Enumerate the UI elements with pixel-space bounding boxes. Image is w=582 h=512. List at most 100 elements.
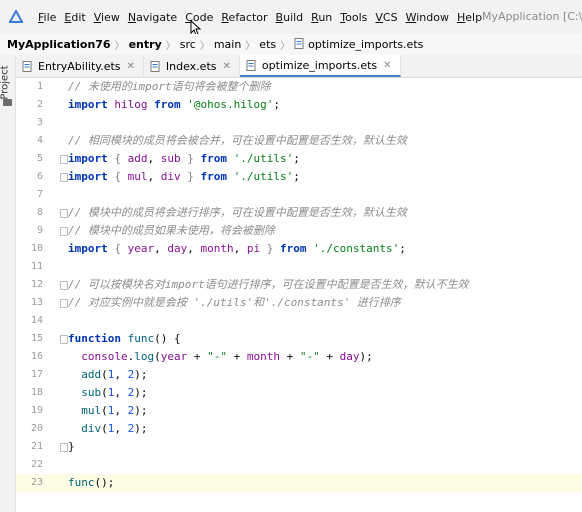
ets-file-icon <box>294 38 304 49</box>
tab-index-ets[interactable]: Index.ets ✕ <box>144 55 240 77</box>
code-line[interactable]: 9 // 模块中的成员如果未使用，将会被删除 <box>16 222 582 240</box>
code-token: import <box>68 242 108 255</box>
code-token: // 模块中的成员将会进行排序，可在设置中配置是否生效，默认生效 <box>68 206 407 219</box>
breadcrumb-main[interactable]: main <box>211 38 244 51</box>
code-token: ; <box>399 242 406 255</box>
breadcrumb-entry[interactable]: entry <box>126 38 165 51</box>
menu-item-run[interactable]: Run <box>308 11 337 24</box>
code-line[interactable]: 16 console.log(year + "-" + month + "-" … <box>16 348 582 366</box>
code-line[interactable]: 3 <box>16 114 582 132</box>
line-number: 7 <box>36 189 43 200</box>
code-line[interactable]: 2 import hilog from '@ohos.hilog'; <box>16 96 582 114</box>
menu-item-file[interactable]: File <box>35 11 61 24</box>
code-token: } <box>187 170 194 183</box>
line-number: 17 <box>30 369 43 380</box>
chevron-right-icon: 〉 <box>165 41 176 52</box>
code-line[interactable]: 6 import { mul, div } from './utils'; <box>16 168 582 186</box>
code-text: import { year, day, month, pi } from './… <box>68 240 406 258</box>
breadcrumb-src[interactable]: src <box>177 38 199 51</box>
line-number: 10 <box>30 243 43 254</box>
close-icon[interactable]: ✕ <box>223 61 231 72</box>
code-token: func <box>68 476 95 489</box>
menu-item-tools[interactable]: Tools <box>337 11 372 24</box>
code-line[interactable]: 18 sub(1, 2); <box>16 384 582 402</box>
code-token: function <box>68 332 121 345</box>
ets-file-icon <box>246 59 256 71</box>
chevron-right-icon: 〉 <box>114 41 125 52</box>
menu-item-window[interactable]: Window <box>403 11 454 24</box>
code-text: console.log(year + "-" + month + "-" + d… <box>68 348 373 366</box>
code-line[interactable]: 12 // 可以按模块名对import语句进行排序，可在设置中配置是否生效，默认不… <box>16 276 582 294</box>
code-line[interactable]: 10 import { year, day, month, pi } from '… <box>16 240 582 258</box>
code-line[interactable]: 22 <box>16 456 582 474</box>
project-tool-button[interactable]: Project <box>0 65 11 99</box>
fold-marker-icon[interactable] <box>60 335 68 344</box>
devstudio-logo-icon[interactable] <box>5 6 27 28</box>
line-number: 19 <box>30 405 43 416</box>
menu-bar: File Edit View Navigate Code Refactor Build Run… <box>0 0 582 36</box>
code-line[interactable]: 23 func(); <box>16 474 582 492</box>
fold-marker-icon[interactable] <box>60 299 68 308</box>
menu-item-view[interactable]: View <box>91 11 125 24</box>
menu-item-edit[interactable]: Edit <box>61 11 90 24</box>
close-icon[interactable]: ✕ <box>383 60 391 71</box>
code-line[interactable]: 4 // 相同模块的成员将会被合并，可在设置中配置是否生效，默认生效 <box>16 132 582 150</box>
code-token: + <box>226 350 247 363</box>
code-token: , <box>147 170 161 183</box>
code-token: './utils' <box>233 170 294 183</box>
close-icon[interactable]: ✕ <box>127 61 135 72</box>
code-text: } <box>68 438 75 456</box>
code-token: add <box>81 368 102 381</box>
fold-marker-icon[interactable] <box>60 443 68 452</box>
code-line[interactable]: 11 <box>16 258 582 276</box>
code-token: from <box>154 98 181 111</box>
code-token: div <box>81 422 102 435</box>
code-token: "-" <box>299 350 320 363</box>
fold-marker-icon[interactable] <box>60 209 68 218</box>
menu-item-refactor[interactable]: Refactor <box>218 11 272 24</box>
line-number: 9 <box>36 225 43 236</box>
code-line[interactable]: 7 <box>16 186 582 204</box>
breadcrumb-ets[interactable]: ets <box>256 38 279 51</box>
breadcrumb-project[interactable]: MyApplication76 <box>0 38 114 51</box>
code-token: { <box>114 152 121 165</box>
line-number: 1 <box>36 81 43 92</box>
code-line[interactable]: 19 mul(1, 2); <box>16 402 582 420</box>
code-text: add(1, 2); <box>68 366 147 384</box>
chevron-right-icon: 〉 <box>280 41 291 52</box>
code-line[interactable]: 8 // 模块中的成员将会进行排序，可在设置中配置是否生效，默认生效 <box>16 204 582 222</box>
code-line[interactable]: 20 div(1, 2); <box>16 420 582 438</box>
chevron-right-icon: 〉 <box>199 41 210 52</box>
code-line[interactable]: 15 function func() { <box>16 330 582 348</box>
tab-entryability-ets[interactable]: EntryAbility.ets ✕ <box>16 55 144 77</box>
code-line[interactable]: 5 import { add, sub } from './utils'; <box>16 150 582 168</box>
tab-optimize-imports-ets[interactable]: optimize_imports.ets ✕ <box>239 55 401 77</box>
code-line[interactable]: 14 <box>16 312 582 330</box>
code-token: day <box>339 350 360 363</box>
fold-marker-icon[interactable] <box>60 173 68 182</box>
code-line[interactable]: 21} <box>16 438 582 456</box>
breadcrumb: MyApplication76 〉 entry 〉 src 〉 main 〉 e… <box>0 34 582 55</box>
code-line[interactable]: 1 // 未使用的import语句将会被整个删除 <box>16 78 582 96</box>
code-token: , <box>114 368 128 381</box>
line-number: 20 <box>30 423 43 434</box>
fold-marker-icon[interactable] <box>60 155 68 164</box>
code-token: , <box>187 242 201 255</box>
menu-item-vcs[interactable]: VCS <box>372 11 402 24</box>
breadcrumb-file[interactable]: optimize_imports.ets <box>291 38 426 51</box>
code-text: sub(1, 2); <box>68 384 147 402</box>
code-token: year <box>160 350 188 363</box>
fold-marker-icon[interactable] <box>60 227 68 236</box>
menu-item-build[interactable]: Build <box>273 11 309 24</box>
fold-marker-icon[interactable] <box>60 281 68 290</box>
line-number: 23 <box>30 477 43 488</box>
code-token: log <box>134 350 155 363</box>
code-editor[interactable]: 1 // 未使用的import语句将会被整个删除 2 import hilog fro… <box>16 78 582 512</box>
code-line[interactable]: 13 // 对应实例中就是会按 './utils'和'./constants' 进… <box>16 294 582 312</box>
code-token: ); <box>359 350 373 363</box>
menu-item-navigate[interactable]: Navigate <box>125 11 182 24</box>
code-line[interactable]: 17 add(1, 2); <box>16 366 582 384</box>
